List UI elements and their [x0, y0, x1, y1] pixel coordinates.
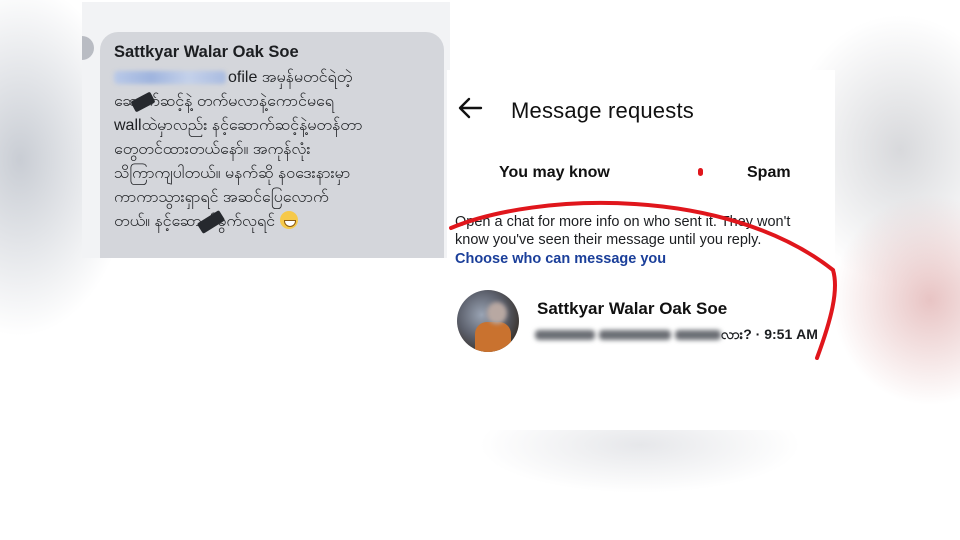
avatar-face [487, 302, 507, 324]
blurred-text [598, 330, 671, 341]
page-title: Message requests [511, 98, 694, 123]
info-text: Open a chat for more info on who sent it… [455, 213, 835, 249]
tab-you-may-know[interactable]: You may know [499, 164, 610, 182]
back-arrow-icon[interactable] [457, 96, 483, 120]
tab-spam[interactable]: Spam [747, 164, 791, 182]
message-line: ကာကာသွားရှာရင် အဆင်ပြေလောက် [114, 189, 329, 206]
info-line: Open a chat for more info on who sent it… [455, 214, 791, 230]
grinning-face-icon [279, 211, 298, 229]
message-line-text: ofile အမှန်မတင်ရဲတဲ့ [228, 69, 353, 86]
chat-screenshot: Sattkyar Walar Oak Soe ofile အမှန်မတင်ရဲ… [82, 2, 450, 258]
message-sender: Sattkyar Walar Oak Soe [114, 43, 299, 61]
message-bubble: Sattkyar Walar Oak Soe ofile အမှန်မတင်ရဲ… [100, 32, 444, 258]
info-line: know you've seen their message until you… [455, 232, 762, 248]
blurred-text [535, 330, 595, 341]
message-line: သိကြာကျပါတယ်။ မနက်ဆို နဝဒေးနားမှာ [114, 165, 351, 182]
message-requests-screenshot: Message requests You may know Spam Open … [447, 70, 835, 430]
message-line: တွေတင်ထားတယ်နော်။ အကုန်လုံး [114, 141, 311, 158]
request-avatar[interactable] [457, 290, 519, 352]
request-sender-name[interactable]: Sattkyar Walar Oak Soe [537, 299, 727, 319]
choose-who-can-message-link[interactable]: Choose who can message you [455, 251, 666, 267]
message-line: ofile အမှန်မတင်ရဲတဲ့ [114, 66, 432, 90]
message-line: ဆောက်ဆင့်နဲ့ တက်မလာနဲ့ကောင်မရေ [114, 90, 432, 114]
message-line-text: တယ်။ နင့်ဆောက်ခွက်လုရင် [114, 213, 276, 230]
blurred-name [114, 71, 226, 85]
avatar-shirt [475, 322, 511, 352]
blurred-text [674, 330, 721, 341]
request-preview[interactable]: လား? · 9:51 AM [535, 325, 818, 346]
message-line: wallထဲမှာလည်း နင့်ဆောက်ဆင့်နဲ့မတန်တာ [114, 117, 363, 134]
preview-time: လား? · 9:51 AM [720, 326, 818, 342]
message-line: တယ်။ နင့်ဆောက်ခွက်လုရင် [114, 210, 432, 234]
tab-separator-dot [698, 168, 703, 176]
sender-avatar [82, 36, 94, 60]
